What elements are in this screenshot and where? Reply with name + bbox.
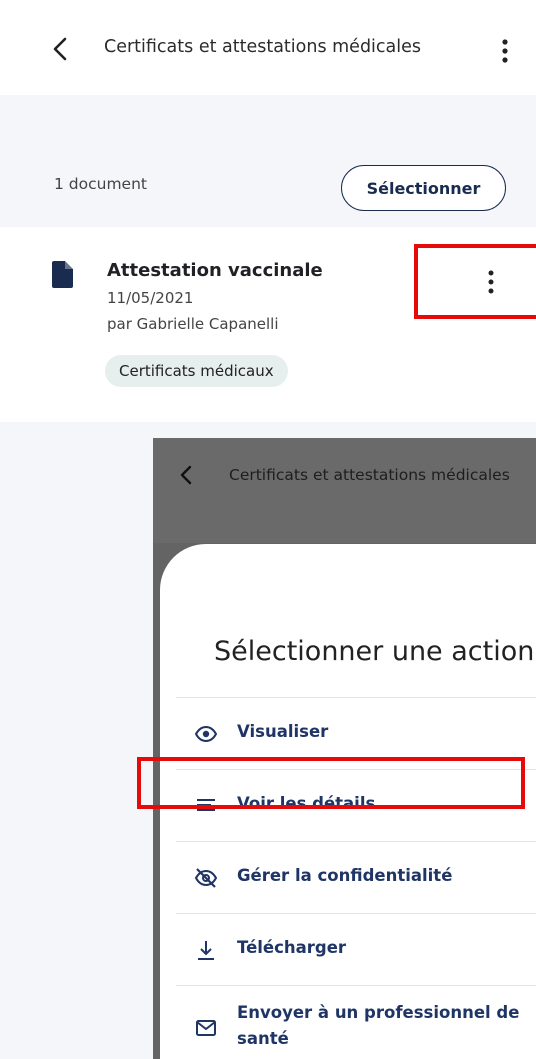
action-download[interactable]: Télécharger — [176, 913, 536, 985]
document-item[interactable]: Attestation vaccinale 11/05/2021 par Gab… — [0, 227, 536, 422]
embedded-app-bar: Certificats et attestations médicales — [153, 438, 536, 543]
action-manage-privacy[interactable]: Gérer la confidentialité — [176, 841, 536, 913]
document-date: 11/05/2021 — [107, 289, 194, 307]
download-icon — [198, 941, 214, 960]
eye-off-icon — [194, 868, 218, 888]
app-bar: Certificats et attestations médicales — [0, 0, 536, 95]
highlight-box — [137, 757, 525, 809]
chevron-left-icon[interactable] — [48, 36, 74, 62]
action-send-to-professional[interactable]: Envoyer à un professionnel de santé — [176, 985, 536, 1057]
chevron-left-icon — [180, 465, 192, 485]
document-author: par Gabrielle Capanelli — [107, 315, 279, 333]
action-sheet-title: Sélectionner une action — [214, 636, 535, 667]
action-label: Envoyer à un professionnel de santé — [237, 1003, 520, 1048]
action-list: Visualiser Voir les détails Gérer la con… — [176, 697, 536, 1057]
category-tag: Certificats médicaux — [105, 355, 288, 387]
embedded-page-title: Certificats et attestations médicales — [229, 466, 510, 484]
document-count: 1 document — [54, 175, 147, 193]
page-title: Certificats et attestations médicales — [104, 37, 421, 57]
file-icon — [52, 261, 73, 288]
documents-toolbar: 1 document Sélectionner — [0, 95, 536, 227]
select-button[interactable]: Sélectionner — [341, 165, 506, 211]
action-label: Visualiser — [237, 722, 329, 741]
embedded-screenshot: Certificats et attestations médicales Sé… — [153, 438, 536, 1059]
eye-icon — [194, 725, 218, 743]
document-menu-button[interactable] — [414, 244, 536, 319]
more-vertical-icon — [488, 270, 494, 294]
mail-icon — [196, 1020, 216, 1036]
document-name: Attestation vaccinale — [107, 260, 323, 281]
action-label: Gérer la confidentialité — [237, 866, 453, 885]
more-vertical-icon[interactable] — [496, 36, 514, 66]
action-label: Télécharger — [237, 938, 347, 957]
